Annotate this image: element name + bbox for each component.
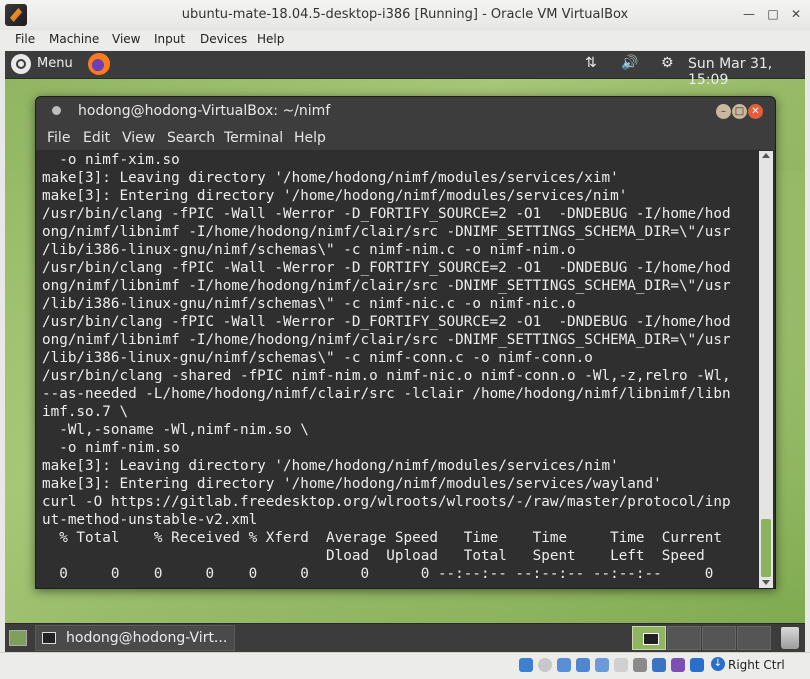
audio-icon[interactable]: [557, 658, 571, 672]
scroll-up-arrow-icon[interactable]: [762, 153, 770, 158]
maximize-button[interactable]: □: [732, 104, 747, 119]
network-adapter-icon[interactable]: [576, 658, 590, 672]
terminal-line: % Total % Received % Xferd Average Speed…: [42, 530, 722, 546]
virtualization-icon[interactable]: [671, 658, 685, 672]
taskbar-terminal-button[interactable]: hodong@hodong-Virt...: [35, 625, 235, 651]
terminal-line: /lib/i386-linux-gnu/nimf/schemas\" -c ni…: [42, 350, 593, 366]
workspace-4[interactable]: [737, 626, 771, 650]
host-key-arrow-icon: ↓: [711, 657, 725, 671]
vbox-menu-file[interactable]: File: [15, 32, 35, 46]
terminal-line: make[3]: Entering directory '/home/hodon…: [42, 188, 628, 204]
show-desktop-icon[interactable]: [9, 630, 27, 646]
terminal-title: hodong@hodong-VirtualBox: ~/nimf: [78, 103, 331, 119]
terminal-line: /lib/i386-linux-gnu/nimf/schemas\" -c ni…: [42, 296, 576, 312]
video-capture-icon[interactable]: [652, 658, 666, 672]
ubuntu-logo-icon[interactable]: [11, 54, 31, 74]
terminal-line: ong/nimf/libnimf -I/home/hodong/nimf/cla…: [42, 332, 731, 348]
terminal-line: make[3]: Leaving directory '/home/hodong…: [42, 458, 619, 474]
terminal-window[interactable]: hodong@hodong-VirtualBox: ~/nimf – □ ✕ F…: [35, 96, 776, 589]
terminal-line: -Wl,-soname -Wl,nimf-nim.so \: [42, 422, 309, 438]
clock[interactable]: Sun Mar 31, 15:09: [688, 56, 805, 88]
vbox-window-title: ubuntu-mate-18.04.5-desktop-i386 [Runnin…: [181, 7, 629, 22]
hard-disk-icon[interactable]: [519, 658, 533, 672]
terminal-line: make[3]: Entering directory '/home/hodon…: [42, 476, 662, 492]
terminal-menu-edit[interactable]: Edit: [83, 130, 110, 146]
vbox-titlebar: ubuntu-mate-18.04.5-desktop-i386 [Runnin…: [0, 0, 810, 31]
firefox-icon[interactable]: [88, 53, 110, 75]
terminal-text: -o nimf-xim.so make[3]: Leaving director…: [36, 151, 758, 583]
terminal-scrollbar[interactable]: [759, 151, 773, 588]
terminal-line: Dload Upload Total Spent Left Speed: [42, 548, 705, 564]
workspace-window-thumbnail: [643, 633, 659, 645]
network-icon[interactable]: ⇅: [585, 55, 597, 71]
terminal-line: /usr/bin/clang -fPIC -Wall -Werror -D_FO…: [42, 314, 731, 330]
terminal-line: /usr/bin/clang -fPIC -Wall -Werror -D_FO…: [42, 206, 731, 222]
terminal-output[interactable]: -o nimf-xim.so make[3]: Leaving director…: [36, 151, 758, 588]
vbox-menubar: File Machine View Input Devices Help: [0, 30, 810, 50]
vbox-statusbar: ↓ Right Ctrl: [0, 652, 810, 679]
terminal-line: /usr/bin/clang -fPIC -Wall -Werror -D_FO…: [42, 260, 731, 276]
terminal-line: -o nimf-nim.so: [42, 440, 180, 456]
terminal-line: 0 0 0 0 0 0 0 0 --:--:-- --:--:-- --:--:…: [42, 566, 714, 582]
vbox-menu-view[interactable]: View: [112, 32, 140, 46]
terminal-menu-terminal[interactable]: Terminal: [224, 130, 283, 146]
host-key-label: Right Ctrl: [728, 658, 785, 672]
terminal-line: /lib/i386-linux-gnu/nimf/schemas\" -c ni…: [42, 242, 576, 258]
vbox-menu-devices[interactable]: Devices: [200, 32, 247, 46]
terminal-line: -o nimf-xim.so: [42, 152, 180, 168]
guest-desktop: Menu ⇅ 🔊 ⚙ Sun Mar 31, 15:09 hodong@hodo…: [5, 51, 805, 652]
mouse-integration-icon[interactable]: [690, 658, 704, 672]
workspace-2[interactable]: [667, 626, 701, 650]
terminal-line: ong/nimf/libnimf -I/home/hodong/nimf/cla…: [42, 278, 731, 294]
terminal-line: make[3]: Leaving directory '/home/hodong…: [42, 170, 619, 186]
shared-folders-icon[interactable]: [614, 658, 628, 672]
terminal-line: ong/nimf/libnimf -I/home/hodong/nimf/cla…: [42, 224, 731, 240]
vbox-menu-input[interactable]: Input: [154, 32, 185, 46]
terminal-titlebar[interactable]: hodong@hodong-VirtualBox: ~/nimf – □ ✕: [36, 97, 775, 126]
terminal-line: imf.so.7 \: [42, 404, 129, 420]
scroll-down-arrow-icon[interactable]: [762, 580, 770, 585]
close-button[interactable]: ✕: [748, 104, 763, 119]
terminal-menubar: File Edit View Search Terminal Help: [36, 126, 775, 150]
terminal-line: /usr/bin/clang -shared -fPIC nimf-nim.o …: [42, 368, 731, 384]
workspace-1[interactable]: [632, 626, 666, 650]
terminal-line: curl -O https://gitlab.freedesktop.org/w…: [42, 494, 731, 510]
mate-bottom-panel: hodong@hodong-Virt...: [5, 623, 805, 652]
terminal-line: --as-needed -L/home/hodong/nimf/clair/sr…: [42, 386, 731, 402]
scrollbar-thumb[interactable]: [761, 519, 771, 577]
minimize-button[interactable]: –: [716, 104, 731, 119]
terminal-icon: [42, 632, 56, 644]
maximize-icon[interactable]: □: [766, 7, 780, 21]
trash-icon[interactable]: [781, 627, 799, 649]
window-menu-icon[interactable]: [52, 106, 61, 115]
display-icon[interactable]: [633, 658, 647, 672]
close-icon[interactable]: ✕: [789, 7, 803, 21]
mate-top-panel: Menu ⇅ 🔊 ⚙ Sun Mar 31, 15:09: [5, 51, 805, 88]
volume-icon[interactable]: 🔊: [621, 55, 638, 71]
vbox-menu-machine[interactable]: Machine: [49, 32, 99, 46]
taskbar-terminal-label: hodong@hodong-Virt...: [66, 630, 228, 646]
terminal-line: ut-method-unstable-v2.xml: [42, 512, 258, 528]
terminal-menu-file[interactable]: File: [47, 130, 70, 146]
terminal-menu-search[interactable]: Search: [167, 130, 215, 146]
terminal-menu-help[interactable]: Help: [294, 130, 326, 146]
vbox-menu-help[interactable]: Help: [257, 32, 284, 46]
menu-button[interactable]: Menu: [37, 56, 73, 71]
terminal-menu-view[interactable]: View: [122, 130, 155, 146]
minimize-icon[interactable]: —: [742, 7, 756, 21]
optical-drive-icon[interactable]: [538, 658, 552, 672]
settings-gear-icon[interactable]: ⚙: [661, 55, 674, 71]
usb-icon[interactable]: [595, 658, 609, 672]
workspace-3[interactable]: [702, 626, 736, 650]
